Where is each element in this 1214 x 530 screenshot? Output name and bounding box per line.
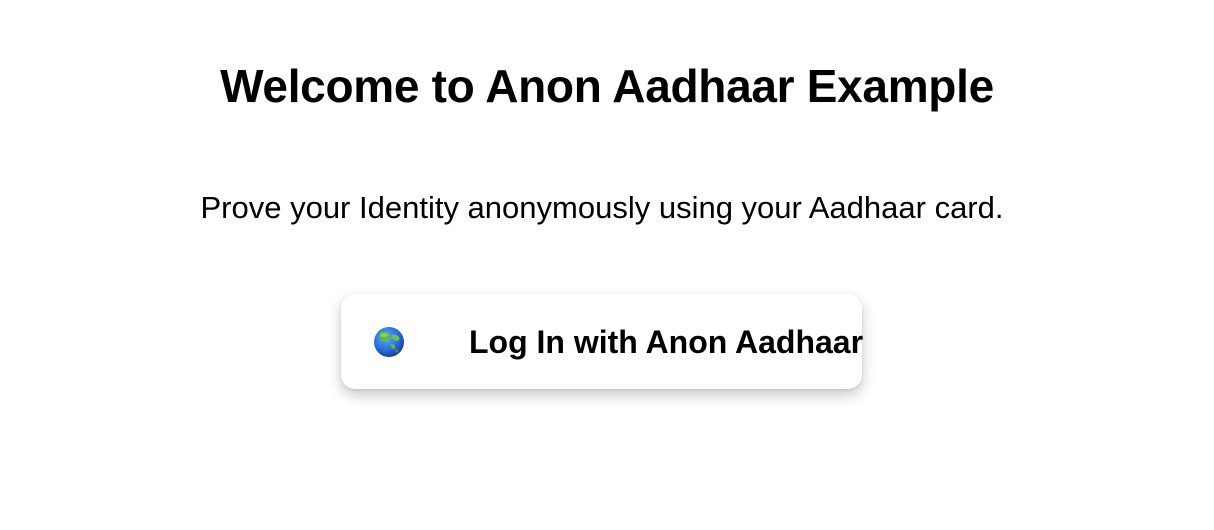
page-title: Welcome to Anon Aadhaar Example	[220, 60, 994, 112]
page-subtitle: Prove your Identity anonymously using yo…	[200, 190, 1004, 225]
page: Welcome to Anon Aadhaar Example Prove yo…	[0, 0, 1214, 530]
globe-asia-icon	[373, 326, 405, 358]
login-button-label: Log In with Anon Aadhaar	[469, 323, 864, 360]
login-button[interactable]: Log In with Anon Aadhaar	[341, 294, 864, 389]
